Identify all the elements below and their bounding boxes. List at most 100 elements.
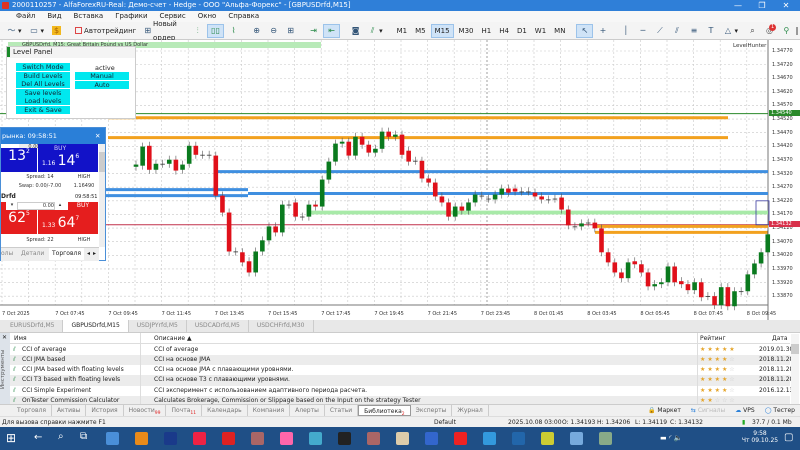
panel-scrollbar[interactable] xyxy=(99,144,105,247)
tf-d1[interactable]: D1 xyxy=(514,24,530,38)
taskbar-app-icon[interactable] xyxy=(309,432,322,445)
toolbox-tab[interactable]: Алерты xyxy=(290,405,325,416)
toolbox-scrollbar[interactable] xyxy=(791,334,799,404)
taskbar-app-icon[interactable] xyxy=(135,432,148,445)
taskbar-app-icon[interactable] xyxy=(599,432,612,445)
load-levels-button[interactable]: Load levels xyxy=(16,97,70,105)
taskbar-app-icon[interactable] xyxy=(106,432,119,445)
menu-view[interactable]: Вид xyxy=(41,11,67,22)
chart-tab-usdchf[interactable]: USDCHFrfd,M30 xyxy=(249,320,314,332)
table-row[interactable]: ⫽ CCI T3 based with floating levels CCI … xyxy=(10,375,793,386)
sell-button-1[interactable]: 132 xyxy=(1,148,37,172)
close-panel-button[interactable]: ✕ xyxy=(95,128,100,144)
chart-tab-usdcad[interactable]: USDCADrfd,M5 xyxy=(187,320,249,332)
channel-button[interactable]: ⫽ xyxy=(669,24,684,38)
price-chart[interactable]: GBPUSDrfd, M15: Great Britain Pound vs U… xyxy=(0,40,800,320)
toolbox-tab[interactable]: Активы xyxy=(52,405,87,416)
close-button[interactable]: ✕ xyxy=(774,0,798,11)
tray-icons[interactable]: ▬ ◜ 🔈 xyxy=(660,434,683,442)
menu-insert[interactable]: Вставка xyxy=(68,11,110,22)
del-all-levels-button[interactable]: Del All Levels xyxy=(16,80,70,88)
taskbar-app-icon[interactable] xyxy=(512,432,525,445)
col-name[interactable]: Имя xyxy=(14,334,27,344)
lot-increase-button[interactable]: ▴ xyxy=(57,202,63,208)
template-button[interactable]: ▭ ▾ xyxy=(27,24,48,38)
menu-charts[interactable]: Графики xyxy=(109,11,153,22)
tab-details[interactable]: Детали xyxy=(21,248,44,260)
trendline-button[interactable]: ⟋ xyxy=(652,24,667,38)
maximize-button[interactable]: ❐ xyxy=(750,0,774,11)
algo-trading-button[interactable]: Автотрейдинг xyxy=(72,24,139,38)
toolbox-tab[interactable]: Журнал xyxy=(452,405,489,416)
lot-field-2[interactable]: 0.00 xyxy=(17,202,55,210)
build-levels-button[interactable]: Build Levels xyxy=(16,71,70,80)
tf-h4[interactable]: H4 xyxy=(496,24,512,38)
toolbox-tab[interactable]: Библиотека2 xyxy=(358,405,411,417)
indicators-button[interactable]: ⫽ ▾ xyxy=(365,24,386,38)
exit-save-button[interactable]: Exit & Save xyxy=(16,105,70,114)
tf-m30[interactable]: M30 xyxy=(456,24,477,38)
screenshot-button[interactable]: ◙ xyxy=(348,24,363,38)
shift-button[interactable]: ⇥ xyxy=(306,24,321,38)
horizontal-line-button[interactable]: ─ xyxy=(635,24,650,38)
save-levels-button[interactable]: Save levels xyxy=(16,88,70,97)
bar-chart-button[interactable]: ⫶ xyxy=(190,24,205,38)
taskbar-app-icon[interactable] xyxy=(425,432,438,445)
autoscroll-button[interactable]: ⇤ xyxy=(323,23,341,38)
tf-mn[interactable]: MN xyxy=(551,24,568,38)
zoom-in-button[interactable]: ⊕ xyxy=(249,24,264,38)
signal-button[interactable]: ⚲ xyxy=(779,24,794,38)
notifications-button[interactable]: ◎ 1 xyxy=(762,23,777,38)
toolbox-tab[interactable]: Новости99 xyxy=(124,405,167,416)
chart-tab-eurusd[interactable]: EURUSDrfd,M5 xyxy=(2,320,64,332)
taskbar-app-icon[interactable] xyxy=(483,432,496,445)
taskbar-app-icon[interactable] xyxy=(251,432,264,445)
zoom-out-button[interactable]: ⊖ xyxy=(266,24,281,38)
taskbar-app-icon[interactable] xyxy=(222,432,235,445)
text-button[interactable]: T xyxy=(703,24,718,38)
tabs-scroll-right[interactable]: ▸ xyxy=(93,248,96,260)
tf-w1[interactable]: W1 xyxy=(532,24,549,38)
auto-mode-button[interactable]: Auto xyxy=(75,80,129,89)
switch-mode-button[interactable]: Switch Mode xyxy=(16,63,70,71)
tile-button[interactable]: ⊞ xyxy=(283,24,298,38)
line-button[interactable]: ⌇ xyxy=(226,24,241,38)
toolbox-tab[interactable]: Статьи xyxy=(325,405,359,416)
toolbox-tab[interactable]: Торговля xyxy=(12,405,52,416)
sell-button-2[interactable]: 625 xyxy=(1,210,37,234)
taskbar-app-icon[interactable] xyxy=(280,432,293,445)
crosshair-button[interactable]: + xyxy=(595,24,610,38)
tf-m15[interactable]: M15 xyxy=(430,23,454,38)
toolbox-tab[interactable]: Календарь xyxy=(202,405,248,416)
table-row[interactable]: ⫽ CCI of average CCI of average ★ ★ ★ ★ … xyxy=(10,345,793,355)
taskbar-app-icon[interactable] xyxy=(396,432,409,445)
taskbar-app-icon[interactable] xyxy=(454,432,467,445)
table-row[interactable]: ⫽ CCI JMA based with floating levels CCI… xyxy=(10,365,793,375)
taskbar-app-icon[interactable] xyxy=(338,432,351,445)
menu-window[interactable]: Окно xyxy=(192,11,223,22)
link-lock[interactable]: 🔒 Маркет xyxy=(643,405,686,416)
link-tester[interactable]: ◯ Тестер xyxy=(760,405,800,416)
buy-label-2[interactable]: BUY xyxy=(68,202,98,210)
tf-h1[interactable]: H1 xyxy=(479,24,495,38)
search-button[interactable]: ⌕ xyxy=(745,24,760,38)
task-view-icon[interactable]: ⧉ xyxy=(80,431,87,442)
shapes-button[interactable]: △ ▾ xyxy=(720,24,741,38)
toolbox-tab[interactable]: Почта11 xyxy=(166,405,203,416)
taskbar-app-icon[interactable] xyxy=(541,432,554,445)
search-taskbar-icon[interactable]: ⌕ xyxy=(58,431,64,442)
chart-type-button[interactable]: 〜 ▾ xyxy=(4,24,25,38)
tabs-scroll-left[interactable]: ◂ xyxy=(87,248,90,260)
new-order-button[interactable]: ⊞ Новый ордер xyxy=(141,20,182,42)
col-description[interactable]: Описание ▲ xyxy=(154,334,192,344)
table-row[interactable]: ⫽ CCI Simple Experiment CCI эксперимент … xyxy=(10,386,793,396)
cursor-button[interactable]: ↖ xyxy=(576,23,594,38)
taskbar-app-icon[interactable] xyxy=(193,432,206,445)
toolbox-tab[interactable]: Компания xyxy=(248,405,291,416)
notification-center-icon[interactable]: ▢ xyxy=(784,432,793,443)
chart-tab-usdjpy[interactable]: USDJPYrfd,M5 xyxy=(129,320,187,332)
minimize-button[interactable]: — xyxy=(726,0,750,11)
vertical-line-button[interactable]: │ xyxy=(618,24,633,38)
lot-decrease-button[interactable]: ▾ xyxy=(9,202,15,208)
toolbox-close-button[interactable]: ✕ xyxy=(2,334,7,341)
